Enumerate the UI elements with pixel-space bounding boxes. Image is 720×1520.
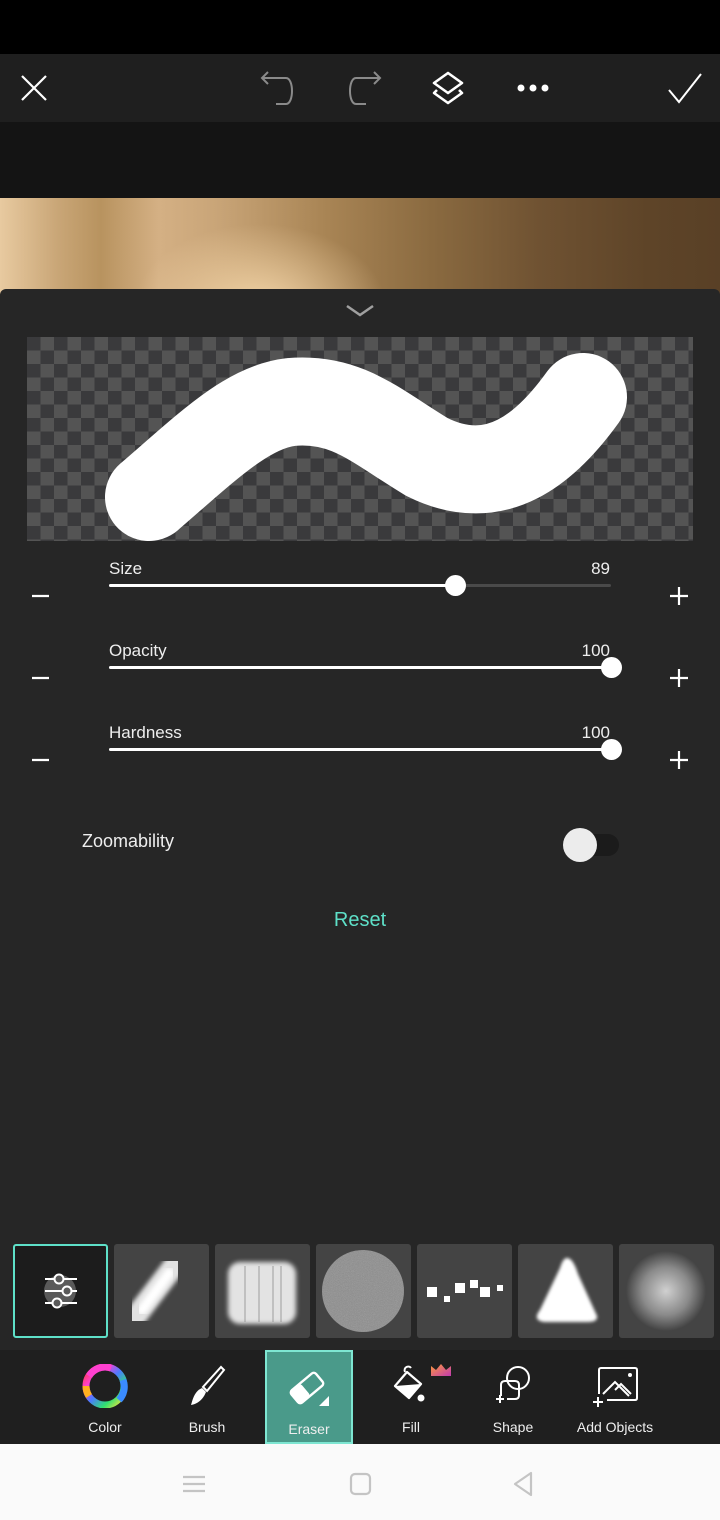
soft-round-brush-icon [626,1251,706,1331]
chevron-down-icon [346,304,374,317]
close-button[interactable] [12,66,56,110]
menu-lines-icon [183,1475,205,1493]
hardness-slider-thumb[interactable] [600,739,622,760]
tool-add-objects[interactable]: Add Objects [571,1350,659,1444]
zoomability-toggle[interactable] [563,825,621,862]
system-nav-bar [0,1444,720,1520]
scatter-squares-brush-icon [427,1280,503,1302]
add-image-icon [593,1367,638,1407]
tool-eraser[interactable]: Eraser [265,1350,353,1444]
collapse-panel-button[interactable] [344,301,376,321]
home-square-icon [349,1472,372,1496]
preset-scatter-squares[interactable] [417,1244,512,1338]
fill-bucket-icon [393,1365,425,1402]
sliders-settings-icon [44,1273,77,1309]
eraser-icon [289,1371,329,1406]
tool-color-label: Color [88,1419,122,1435]
more-horizontal-icon [517,84,549,92]
back-triangle-icon [513,1471,533,1497]
premium-crown-icon [431,1364,451,1376]
layers-icon [432,71,464,105]
apply-button[interactable] [663,66,707,110]
size-decrease-button[interactable] [21,576,61,616]
plus-icon [670,587,688,605]
preset-dry-brush[interactable] [215,1244,310,1338]
back-button[interactable] [502,1464,542,1504]
eraser-settings-panel: Size 89 Opacity 100 Hardness 100 Zoomabi… [0,289,720,1445]
size-slider-row: Size 89 [0,559,720,619]
hardness-decrease-button[interactable] [21,740,61,780]
opacity-decrease-button[interactable] [21,658,61,698]
color-wheel-icon [82,1364,128,1408]
preset-chalk-stroke[interactable] [114,1244,209,1338]
top-toolbar [0,54,720,122]
rough-triangle-brush-icon [536,1258,598,1322]
tool-color[interactable]: Color [61,1350,149,1444]
more-options-button[interactable] [511,66,555,110]
undo-icon [260,71,293,105]
minus-icon [32,758,49,762]
tool-fill[interactable]: Fill [367,1350,455,1444]
plus-icon [670,669,688,687]
plus-icon [670,751,688,769]
undo-button[interactable] [256,66,300,110]
opacity-label: Opacity [109,641,167,660]
bottom-tool-bar: Color Brush Eraser Fill Shape Add Object… [0,1350,720,1444]
stroke-preview-shape [105,353,627,541]
layers-button[interactable] [426,66,470,110]
preset-soft-round[interactable] [619,1244,714,1338]
preset-noise-circle[interactable] [316,1244,411,1338]
stroke-preview [27,337,693,541]
size-increase-button[interactable] [659,576,699,616]
size-slider[interactable] [109,575,611,596]
hardness-slider-row: Hardness 100 [0,723,720,783]
status-bar [0,0,720,54]
size-slider-thumb[interactable] [444,575,466,596]
size-label: Size [109,559,143,578]
opacity-increase-button[interactable] [659,658,699,698]
tool-shape-label: Shape [492,1419,534,1435]
shape-icon [496,1366,530,1403]
opacity-slider[interactable] [109,657,622,678]
hardness-slider-fill [109,748,611,751]
opacity-slider-row: Opacity 100 [0,641,720,701]
opacity-slider-thumb[interactable] [600,657,622,678]
zoomability-label: Zoomability [82,831,175,851]
canvas-top-margin [0,122,720,198]
close-icon [21,75,47,101]
hardness-slider[interactable] [109,739,622,760]
home-button[interactable] [341,1464,381,1504]
brush-presets-strip[interactable] [0,1244,720,1339]
redo-button[interactable] [342,66,386,110]
tool-add-objects-label: Add Objects [576,1419,654,1435]
minus-icon [32,594,49,598]
dry-brush-icon [228,1262,296,1324]
reset-button[interactable]: Reset [300,909,420,939]
tool-fill-label: Fill [402,1419,420,1435]
brush-icon [191,1365,226,1405]
size-value: 89 [591,559,610,578]
hardness-label: Hardness [109,723,182,742]
preset-rough-triangle[interactable] [518,1244,613,1338]
tool-brush-label: Brush [188,1419,226,1435]
size-slider-fill [109,584,456,587]
hardness-increase-button[interactable] [659,740,699,780]
canvas-photo[interactable] [0,198,720,493]
tool-shape[interactable]: Shape [469,1350,557,1444]
preset-settings[interactable] [13,1244,108,1338]
opacity-slider-fill [109,666,611,669]
tool-brush[interactable]: Brush [163,1350,251,1444]
noise-circle-brush-icon [322,1250,404,1332]
checkmark-icon [668,73,702,104]
zoomability-row: Zoomability [0,819,720,865]
toggle-knob [563,828,597,862]
recent-apps-button[interactable] [174,1464,214,1504]
tool-eraser-label: Eraser [288,1421,330,1437]
minus-icon [32,676,49,680]
chalk-stroke-brush-icon [125,1255,185,1327]
redo-icon [349,71,382,105]
